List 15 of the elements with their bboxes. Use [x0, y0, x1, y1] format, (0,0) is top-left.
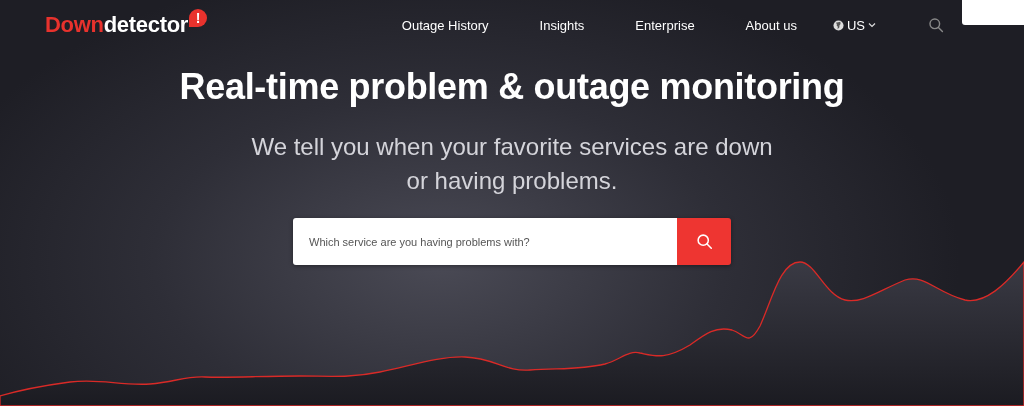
- region-selector[interactable]: US: [846, 17, 865, 33]
- nav-link[interactable]: Outage History: [401, 17, 489, 33]
- chevron-down-icon: [868, 22, 876, 28]
- nav-link[interactable]: Insights: [539, 17, 585, 33]
- logo-text[interactable]: Downdetector: [45, 12, 189, 38]
- search-field[interactable]: Which service are you having problems with?: [293, 218, 677, 265]
- nav-link[interactable]: About us: [745, 17, 797, 33]
- hero-subtitle: We tell you when your favorite services are down or having problems.: [250, 132, 774, 196]
- hero-title: Real-time problem & outage monitoring: [179, 66, 845, 108]
- search-icon: [695, 233, 713, 250]
- nav-link[interactable]: Enterprise: [635, 17, 695, 33]
- alert-badge-icon: !: [189, 9, 208, 27]
- globe-icon: [832, 19, 844, 31]
- search-icon[interactable]: [928, 17, 944, 33]
- popup-panel: [962, 0, 1024, 25]
